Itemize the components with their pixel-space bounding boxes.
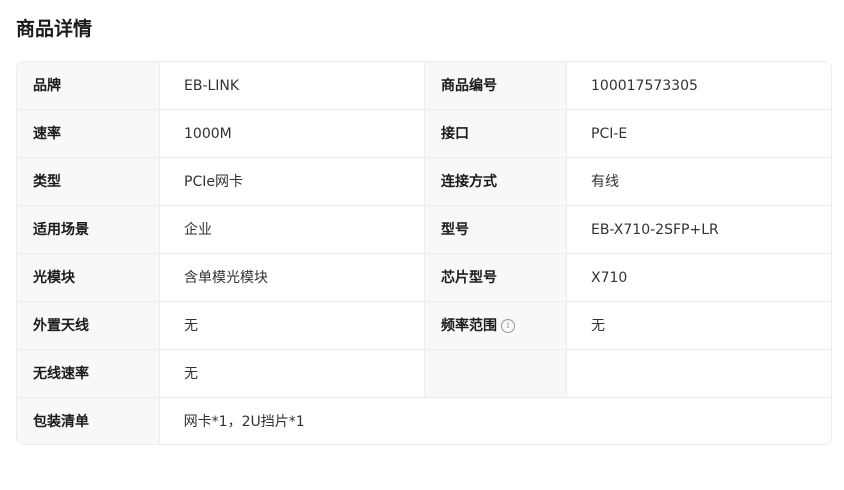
spec-value-product-id: 100017573305: [567, 62, 831, 109]
spec-key-optical-module: 光模块: [17, 254, 160, 301]
product-details-section: 商品详情 品牌 EB-LINK 商品编号 100017573305 速率 100…: [0, 0, 844, 490]
spec-table: 品牌 EB-LINK 商品编号 100017573305 速率 1000M 接口…: [16, 61, 832, 445]
spec-value-model: EB-X710-2SFP+LR: [567, 206, 831, 253]
spec-row-speed: 速率 1000M 接口 PCI-E: [17, 110, 831, 158]
spec-value-optical-module: 含单模光模块: [160, 254, 425, 301]
spec-value-speed: 1000M: [160, 110, 425, 157]
spec-value-scenario: 企业: [160, 206, 425, 253]
spec-key-brand: 品牌: [17, 62, 160, 109]
spec-key-speed: 速率: [17, 110, 160, 157]
spec-row-type: 类型 PCIe网卡 连接方式 有线: [17, 158, 831, 206]
spec-row-scenario: 适用场景 企业 型号 EB-X710-2SFP+LR: [17, 206, 831, 254]
spec-key-antenna: 外置天线: [17, 302, 160, 349]
spec-row-wireless-speed: 无线速率 无: [17, 350, 831, 398]
spec-value-connection: 有线: [567, 158, 831, 205]
spec-value-type: PCIe网卡: [160, 158, 425, 205]
spec-key-product-id: 商品编号: [425, 62, 567, 109]
spec-key-model: 型号: [425, 206, 567, 253]
spec-key-connection: 连接方式: [425, 158, 567, 205]
spec-value-package: 网卡*1，2U挡片*1: [159, 398, 831, 444]
spec-value-brand: EB-LINK: [160, 62, 425, 109]
spec-value-frequency: 无: [567, 302, 831, 349]
spec-value-antenna: 无: [160, 302, 425, 349]
spec-value-empty: [567, 350, 831, 397]
info-icon[interactable]: i: [501, 318, 515, 333]
spec-key-package: 包装清单: [17, 398, 160, 444]
spec-key-type: 类型: [17, 158, 160, 205]
spec-key-frequency: 频率范围 i: [425, 302, 567, 349]
spec-key-frequency-label: 频率范围: [441, 317, 497, 334]
section-title: 商品详情: [16, 18, 93, 40]
spec-value-chip-model: X710: [567, 254, 831, 301]
spec-row-optical-module: 光模块 含单模光模块 芯片型号 X710: [17, 254, 831, 302]
spec-key-interface: 接口: [425, 110, 567, 157]
spec-key-empty: [425, 350, 567, 397]
spec-key-chip-model: 芯片型号: [425, 254, 567, 301]
spec-key-scenario: 适用场景: [17, 206, 160, 253]
spec-key-wireless-speed: 无线速率: [17, 350, 160, 397]
spec-row-antenna: 外置天线 无 频率范围 i 无: [17, 302, 831, 350]
spec-value-wireless-speed: 无: [160, 350, 425, 397]
spec-row-brand: 品牌 EB-LINK 商品编号 100017573305: [17, 62, 831, 110]
spec-row-package: 包装清单 网卡*1，2U挡片*1: [17, 398, 831, 444]
spec-value-interface: PCI-E: [567, 110, 831, 157]
